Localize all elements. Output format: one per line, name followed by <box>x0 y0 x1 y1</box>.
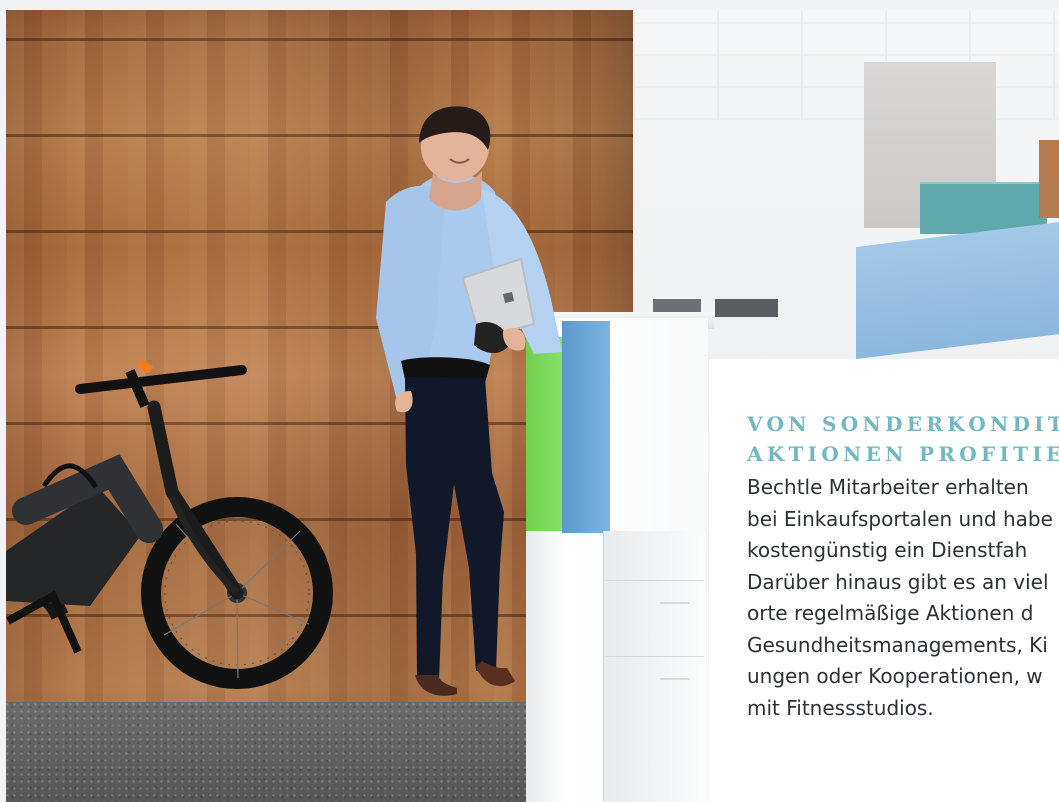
standing-man <box>376 106 562 696</box>
heading-line-1: VON SONDERKONDITIO <box>747 412 1059 436</box>
man-figure <box>376 106 562 696</box>
drawer-divider <box>606 656 704 657</box>
section-heading: VON SONDERKONDITIO AKTIONEN PROFITIER <box>747 409 1059 469</box>
body-line-2: bei Einkaufsportalen und habe <box>747 506 1053 531</box>
heading-line-2: AKTIONEN PROFITIER <box>747 442 1059 466</box>
wood-shelf-edge <box>1039 140 1059 218</box>
body-paragraph: Bechtle Mitarbeiter erhalten bei Einkauf… <box>747 472 1059 724</box>
text-overlay-card: VON SONDERKONDITIO AKTIONEN PROFITIER Be… <box>709 359 1059 802</box>
drawer-handle <box>660 678 690 680</box>
body-line-8: mit Fitnessstudios. <box>747 695 934 720</box>
office-photo: VON SONDERKONDITIO AKTIONEN PROFITIER Be… <box>6 10 1059 802</box>
body-line-7: ungen oder Kooperationen, w <box>747 664 1043 688</box>
body-line-4: Darüber hinaus gibt es an viel <box>747 569 1049 594</box>
brochure-photo-scene: VON SONDERKONDITIO AKTIONEN PROFITIER Be… <box>0 0 1059 802</box>
body-line-3: kostengünstig ein Dienstfah <box>747 538 1028 562</box>
body-line-1: Bechtle Mitarbeiter erhalten <box>747 475 1029 499</box>
drawer-divider <box>606 580 704 581</box>
drawer-handle <box>660 602 690 604</box>
article-snippet: VON SONDERKONDITIO AKTIONEN PROFITIER Be… <box>747 409 1059 724</box>
body-line-5: orte regelmäßige Aktionen d <box>747 601 1034 625</box>
white-filing-cabinet <box>603 531 706 802</box>
body-line-6: Gesundheitsmanagements, Ki <box>747 632 1048 657</box>
electric-bike <box>6 359 333 689</box>
